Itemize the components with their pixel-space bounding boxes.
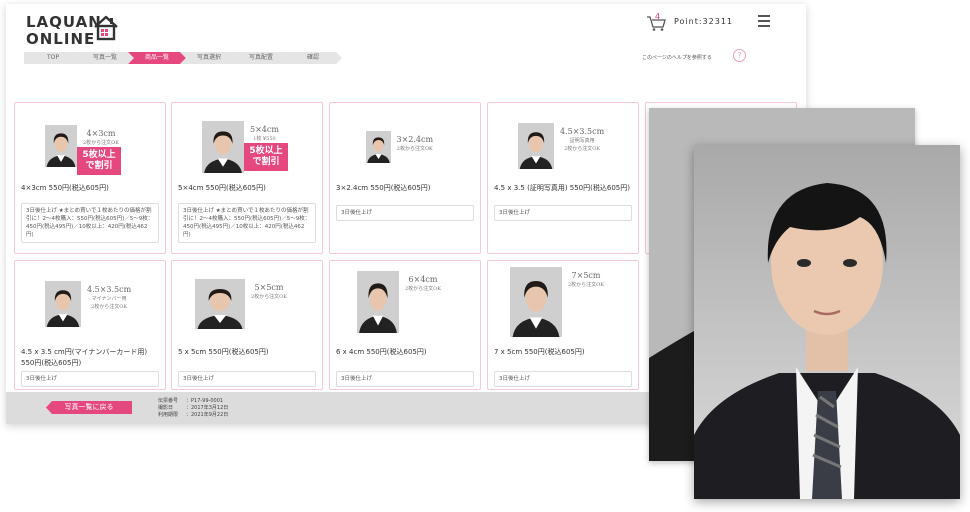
- product-name: 4.5 x 3.5 cm円(マイナンバーカード用) 550円(税込605円): [21, 348, 148, 367]
- size-text: 6×4cm: [408, 275, 438, 284]
- size-text: 4.5×3.5cm: [87, 285, 132, 294]
- product-name: 5 x 5cm 550円(税込605円): [178, 348, 269, 356]
- size-label: 6×4cm 2枚から注文OK: [405, 275, 441, 293]
- help-link[interactable]: このページのヘルプを参照する: [642, 54, 712, 61]
- product-name: 4.5 x 3.5 (証明写真用) 550円(税込605円): [494, 184, 630, 192]
- size-subtext: 2枚から注文OK: [251, 294, 288, 300]
- sample-photo-front: [694, 145, 960, 499]
- size-subtext: 2枚から注文OK: [568, 282, 605, 288]
- meta-row: 伝票番号 ：P17-99-0001: [158, 398, 228, 405]
- discount-badge: 5枚以上 で割引: [77, 147, 121, 175]
- product-card[interactable]: 4.5×3.5cm 証明写真用 2枚から注文OK 4.5 x 3.5 (証明写真用)…: [487, 102, 639, 254]
- portrait-image: [694, 145, 960, 499]
- product-description: 3日後仕上げ: [178, 371, 316, 387]
- step-2[interactable]: 商品一覧: [128, 52, 186, 64]
- size-label: 3×2.4cm 2枚から注文OK: [397, 135, 434, 153]
- step-4[interactable]: 写真配置: [232, 52, 290, 64]
- discount-badge: 5枚以上 で割引: [244, 143, 288, 171]
- size-subtext: 2枚から注文OK: [83, 140, 120, 146]
- size-label: 7×5cm 2枚から注文OK: [568, 271, 604, 289]
- meta-key: 撮影日: [158, 405, 174, 411]
- size-subtext: マイナンバー用 2枚から注文OK: [91, 296, 128, 310]
- step-5[interactable]: 確認: [284, 52, 342, 64]
- product-description: 3日後仕上げ: [336, 205, 474, 221]
- size-text: 7×5cm: [571, 271, 601, 280]
- product-photo: [357, 271, 399, 333]
- meta-value: ：2021年9月22日: [186, 412, 229, 418]
- product-card[interactable]: 4.5×3.5cm マイナンバー用 2枚から注文OK 4.5 x 3.5 cm円(マ…: [14, 260, 166, 390]
- back-to-photo-list-button[interactable]: 写真一覧に戻る: [46, 401, 132, 414]
- product-photo: [365, 131, 391, 163]
- meta-value: ：P17-99-0001: [186, 398, 224, 404]
- logo[interactable]: LAQUAN ONLINE: [26, 12, 126, 52]
- product-card[interactable]: 3×2.4cm 2枚から注文OK 3×2.4cm 550円(税込605円) 3日後仕上…: [329, 102, 481, 254]
- product-description: 3日後仕上げ ★まとめ買いで１枚あたりの価格が割引に！2～4枚購入：550円(税…: [178, 203, 316, 243]
- product-description: 3日後仕上げ: [494, 205, 632, 221]
- point-balance: Point:32311: [674, 17, 734, 26]
- product-card[interactable]: 5×5cm 2枚から注文OK 5 x 5cm 550円(税込605円) 3日後仕上げ: [171, 260, 323, 390]
- order-meta: 伝票番号 ：P17-99-0001 撮影日 ：2017年3月12日利用期限 ：2021年…: [158, 398, 228, 419]
- product-description: 3日後仕上げ: [336, 371, 474, 387]
- size-subtext: 証明写真用 2枚から注文OK: [564, 138, 601, 152]
- size-label: 4×3cm 2枚から注文OK: [83, 129, 119, 147]
- product-card[interactable]: 5×4cm 1枚 ¥550 5枚以上 で割引 5×4cm 550円(税込605円) 3日…: [171, 102, 323, 254]
- size-subtext: 2枚から注文OK: [405, 286, 442, 292]
- meta-value: ：2017年3月12日: [186, 405, 229, 411]
- size-label: 4.5×3.5cm マイナンバー用 2枚から注文OK: [87, 285, 131, 311]
- size-text: 3×2.4cm: [396, 135, 434, 144]
- product-name: 6 x 4cm 550円(税込605円): [336, 348, 427, 356]
- meta-key: 伝票番号: [158, 398, 179, 404]
- size-text: 5×4cm: [250, 125, 279, 134]
- logo-text: LAQUAN ONLINE: [26, 13, 102, 48]
- product-description: 3日後仕上げ: [21, 371, 159, 387]
- size-subtext: 1枚 ¥550: [253, 136, 276, 142]
- product-photo: [510, 267, 562, 337]
- size-label: 4.5×3.5cm 証明写真用 2枚から注文OK: [560, 127, 604, 153]
- size-label: 5×4cm 1枚 ¥550: [250, 125, 279, 143]
- meta-row: 利用期限 ：2021年9月22日: [158, 412, 228, 419]
- help-circle-icon[interactable]: ?: [733, 49, 746, 62]
- product-description: 3日後仕上げ: [494, 371, 632, 387]
- cart-button[interactable]: 4: [646, 12, 668, 32]
- cart-count: 4: [655, 12, 661, 21]
- size-text: 5×5cm: [254, 283, 284, 292]
- product-photo: [202, 121, 244, 173]
- product-card[interactable]: 4×3cm 2枚から注文OK 5枚以上 で割引 4×3cm 550円(税込605円) 3…: [14, 102, 166, 254]
- product-photo: [45, 281, 81, 327]
- size-text: 4.5×3.5cm: [560, 127, 605, 136]
- step-3[interactable]: 写真選択: [180, 52, 238, 64]
- size-label: 5×5cm 2枚から注文OK: [251, 283, 287, 301]
- step-0[interactable]: TOP: [24, 52, 82, 64]
- product-name: 7 x 5cm 550円(税込605円): [494, 348, 585, 356]
- product-name: 5×4cm 550円(税込605円): [178, 184, 266, 192]
- size-text: 4×3cm: [86, 129, 116, 138]
- step-1[interactable]: 写真一覧: [76, 52, 134, 64]
- product-name: 3×2.4cm 550円(税込605円): [336, 184, 431, 192]
- product-card[interactable]: 6×4cm 2枚から注文OK 6 x 4cm 550円(税込605円) 3日後仕上げ: [329, 260, 481, 390]
- product-card[interactable]: 7×5cm 2枚から注文OK 7 x 5cm 550円(税込605円) 3日後仕上げ: [487, 260, 639, 390]
- size-subtext: 2枚から注文OK: [396, 146, 433, 152]
- progress-steps: TOP 写真一覧 商品一覧 写真選択 写真配置 確認: [24, 52, 342, 64]
- product-name: 4×3cm 550円(税込605円): [21, 184, 109, 192]
- meta-row: 撮影日 ：2017年3月12日: [158, 405, 228, 412]
- product-photo: [518, 123, 554, 169]
- hamburger-menu-icon[interactable]: [758, 15, 770, 27]
- house-icon: [94, 15, 118, 41]
- product-description: 3日後仕上げ ★まとめ買いで１枚あたりの価格が割引に！2～4枚購入：550円(税…: [21, 203, 159, 243]
- product-photo: [195, 279, 245, 329]
- meta-key: 利用期限: [158, 412, 179, 418]
- product-photo: [45, 125, 77, 167]
